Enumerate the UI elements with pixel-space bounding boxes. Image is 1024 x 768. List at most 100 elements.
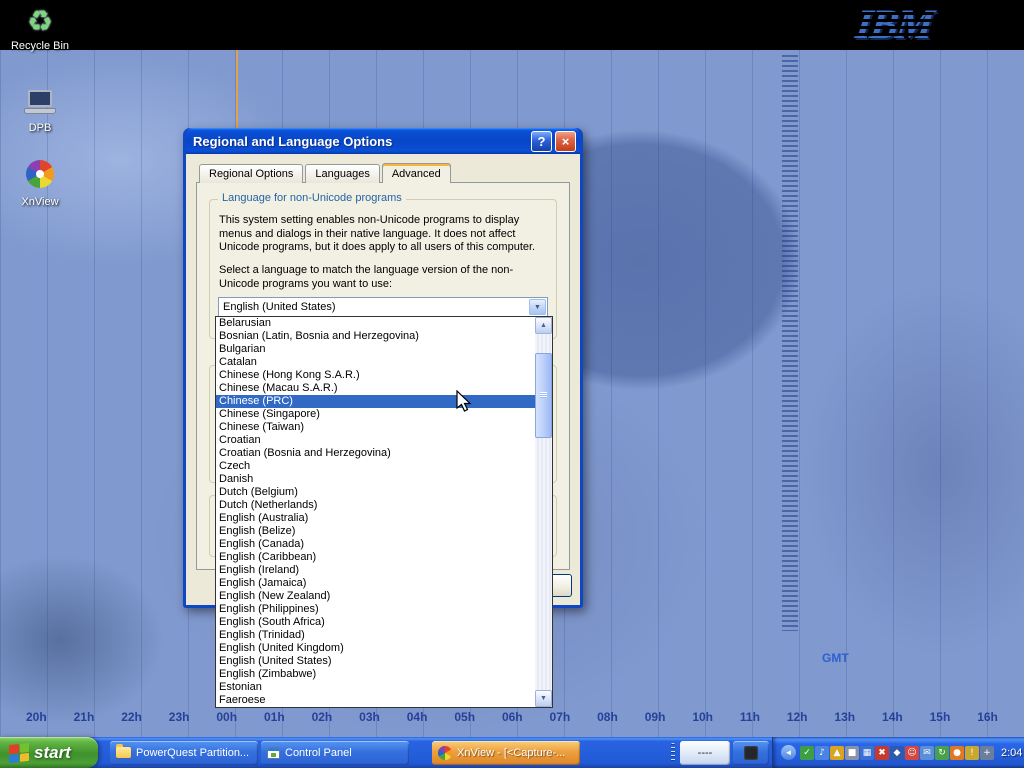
tray-usb-icon[interactable]: + <box>980 746 994 760</box>
language-option[interactable]: English (Philippines) <box>216 603 535 616</box>
taskbar-clock: 2:04 PM <box>1001 747 1024 759</box>
language-option[interactable]: Croatian (Bosnia and Herzegovina) <box>216 447 535 460</box>
toolbar-grip[interactable] <box>671 743 675 763</box>
timezone-label: 22h <box>121 710 142 724</box>
language-option[interactable]: English (United States) <box>216 655 535 668</box>
tray-network-icon[interactable]: ◆ <box>890 746 904 760</box>
desktop-icon-recycle-bin[interactable]: ♻ Recycle Bin <box>4 4 76 52</box>
language-option[interactable]: Chinese (Singapore) <box>216 408 535 421</box>
tray-safely-remove-icon[interactable]: ✓ <box>800 746 814 760</box>
language-option[interactable]: Bosnian (Latin, Bosnia and Herzegovina) <box>216 330 535 343</box>
tray-alert-icon[interactable]: ! <box>965 746 979 760</box>
timezone-label: 00h <box>216 710 237 724</box>
group-instruction: Select a language to match the language … <box>219 264 547 291</box>
taskbar-button-powerquest[interactable]: PowerQuest Partition... <box>110 741 258 765</box>
language-option[interactable]: Faeroese <box>216 694 535 707</box>
language-option[interactable]: Catalan <box>216 356 535 369</box>
timezone-label: 07h <box>550 710 571 724</box>
language-option[interactable]: Dutch (Belgium) <box>216 486 535 499</box>
language-option[interactable]: English (Australia) <box>216 512 535 525</box>
unknown-app-icon <box>744 746 758 760</box>
ibm-logo: IBM <box>853 1 935 49</box>
taskbar-button-control-panel[interactable]: Control Panel <box>261 741 409 765</box>
tray-firewall-icon[interactable]: ● <box>950 746 964 760</box>
tray-display-icon[interactable]: ▦ <box>860 746 874 760</box>
language-option[interactable]: Chinese (Taiwan) <box>216 421 535 434</box>
taskbar-button-label: PowerQuest Partition... <box>136 747 249 759</box>
language-option[interactable]: English (Trinidad) <box>216 629 535 642</box>
tab-advanced[interactable]: Advanced <box>382 163 451 183</box>
timezone-label: 21h <box>74 710 95 724</box>
taskbar-button-unknown-app[interactable] <box>733 741 769 765</box>
timezone-label: 05h <box>454 710 475 724</box>
timezone-label: 11h <box>740 710 760 724</box>
combobox-value: English (United States) <box>223 301 336 313</box>
group-description: This system setting enables non-Unicode … <box>219 214 547 255</box>
language-option[interactable]: Belarusian <box>216 317 535 330</box>
desktop: IBM GMT 20h21h22h23h00h01h02h03h04h05h06… <box>0 0 1024 768</box>
language-option[interactable]: Chinese (Hong Kong S.A.R.) <box>216 369 535 382</box>
taskbar-button-xnview[interactable]: XnView - [<Capture-... <box>432 741 580 765</box>
desktop-icon-label: DPB <box>4 122 76 134</box>
control-panel-icon <box>267 747 280 759</box>
close-button[interactable]: × <box>555 131 576 152</box>
timezone-label: 23h <box>169 710 190 724</box>
language-dropdown-list: BelarusianBosnian (Latin, Bosnia and Her… <box>215 316 553 708</box>
language-option[interactable]: Chinese (Macau S.A.R.) <box>216 382 535 395</box>
tray-sync-icon[interactable]: ↻ <box>935 746 949 760</box>
language-option[interactable]: English (Canada) <box>216 538 535 551</box>
dropdown-scrollbar[interactable]: ▲ ▼ <box>535 317 552 707</box>
language-option[interactable]: English (South Africa) <box>216 616 535 629</box>
dialog-titlebar[interactable]: Regional and Language Options ? × <box>186 128 580 154</box>
language-listbox: BelarusianBosnian (Latin, Bosnia and Her… <box>216 317 535 707</box>
language-option[interactable]: English (Belize) <box>216 525 535 538</box>
combobox-dropdown-arrow-icon[interactable]: ▼ <box>529 299 546 315</box>
xnview-icon <box>438 746 452 760</box>
start-button[interactable]: start <box>0 737 98 768</box>
language-option[interactable]: Danish <box>216 473 535 486</box>
folder-icon <box>116 747 131 758</box>
tray-collapse-chevron-icon[interactable]: ◄ <box>781 745 796 760</box>
language-option[interactable]: Czech <box>216 460 535 473</box>
timezone-label: 09h <box>645 710 666 724</box>
desktop-icon-dpb[interactable]: DPB <box>4 86 76 134</box>
language-combobox[interactable]: English (United States) ▼ <box>218 297 548 317</box>
language-option[interactable]: Croatian <box>216 434 535 447</box>
laptop-icon <box>23 86 57 120</box>
taskbar: start PowerQuest Partition... Control Pa… <box>0 737 1024 768</box>
language-option[interactable]: Dutch (Netherlands) <box>216 499 535 512</box>
timezone-labels: 20h21h22h23h00h01h02h03h04h05h06h07h08h0… <box>0 710 1024 724</box>
language-option[interactable]: English (Jamaica) <box>216 577 535 590</box>
xnview-icon <box>26 160 54 188</box>
toolbar-button-label: ---- <box>698 747 713 759</box>
scrollbar-thumb[interactable] <box>535 353 552 438</box>
taskbar-toolbar-button[interactable]: ---- <box>680 741 730 765</box>
language-option[interactable]: Estonian <box>216 681 535 694</box>
language-option[interactable]: English (New Zealand) <box>216 590 535 603</box>
language-option[interactable]: English (Caribbean) <box>216 551 535 564</box>
desktop-icon-xnview[interactable]: XnView <box>4 158 76 208</box>
language-option[interactable]: Chinese (PRC) <box>216 395 535 408</box>
tab-regional-options[interactable]: Regional Options <box>199 164 303 183</box>
tray-volume-icon[interactable]: ♪ <box>815 746 829 760</box>
language-option[interactable]: English (Ireland) <box>216 564 535 577</box>
tray-messenger-icon[interactable]: ☺ <box>905 746 919 760</box>
language-option[interactable]: Bulgarian <box>216 343 535 356</box>
language-option[interactable]: English (Zimbabwe) <box>216 668 535 681</box>
tab-languages[interactable]: Languages <box>305 164 379 183</box>
timezone-label: 16h <box>977 710 998 724</box>
tray-battery-icon[interactable]: ■ <box>845 746 859 760</box>
timezone-label: 10h <box>692 710 713 724</box>
language-option[interactable]: English (United Kingdom) <box>216 642 535 655</box>
tray-update-icon[interactable]: ▲ <box>830 746 844 760</box>
timezone-label: 03h <box>359 710 380 724</box>
help-button[interactable]: ? <box>531 131 552 152</box>
timezone-label: 02h <box>312 710 333 724</box>
timezone-label: 04h <box>407 710 428 724</box>
tray-mail-icon[interactable]: ✉ <box>920 746 934 760</box>
timezone-label: 14h <box>882 710 903 724</box>
scroll-up-button[interactable]: ▲ <box>535 317 552 334</box>
tray-antivirus-icon[interactable]: ✖ <box>875 746 889 760</box>
scroll-down-button[interactable]: ▼ <box>535 690 552 707</box>
mouse-cursor <box>455 390 473 414</box>
